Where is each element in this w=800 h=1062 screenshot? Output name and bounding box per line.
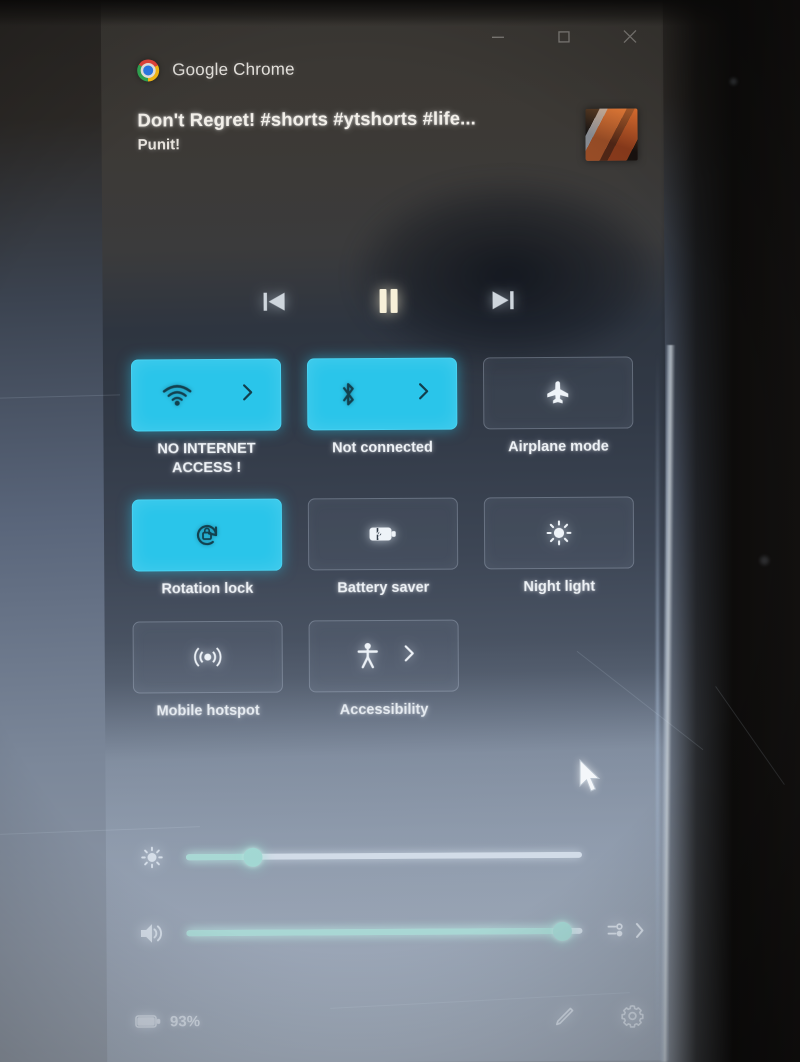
tile-night-light[interactable]: [483, 496, 635, 570]
dust-speck: [760, 556, 769, 565]
chevron-right-icon[interactable]: [417, 381, 430, 406]
rotation-lock-icon: [192, 521, 222, 549]
media-track-text: Don't Regret! #shorts #ytshorts #life...…: [137, 107, 476, 153]
media-app-row: Google Chrome: [137, 52, 637, 85]
media-app-name: Google Chrome: [172, 59, 295, 80]
volume-slider[interactable]: [186, 920, 583, 944]
tile-label-bluetooth: Not connected: [332, 439, 433, 457]
tile-accessibility[interactable]: [308, 619, 459, 693]
tile-cell-mobile-hotspot: Mobile hotspot: [132, 620, 284, 720]
tile-cell-accessibility: Accessibility: [308, 619, 460, 719]
chrome-logo-icon: [137, 59, 160, 82]
volume-fill: [186, 927, 563, 937]
screen-edge-glow: [656, 352, 659, 1052]
mouse-pointer-icon: [578, 758, 604, 796]
photographed-screen: Google Chrome Don't Regret! #shorts #yts…: [0, 0, 800, 1062]
gear-settings-icon[interactable]: [620, 1003, 645, 1033]
media-track-artist: Punit!: [137, 136, 181, 154]
chevron-right-icon: [635, 922, 644, 938]
volume-slider-row: [134, 892, 654, 971]
night-light-icon: [545, 519, 573, 547]
tile-row-3: Mobile hotspot Accessibility: [132, 618, 654, 721]
screen-bezel-right: [660, 0, 800, 1062]
quick-settings-flyout: Google Chrome Don't Regret! #shorts #yts…: [100, 0, 670, 1062]
tile-cell-empty: [485, 618, 636, 718]
media-now-playing: Google Chrome Don't Regret! #shorts #yts…: [137, 52, 638, 314]
quick-settings-footer: 93%: [135, 990, 655, 1049]
chevron-right-icon[interactable]: [241, 382, 254, 407]
tile-label-mobile-hotspot: Mobile hotspot: [156, 702, 260, 720]
tile-cell-rotation-lock: Rotation lock: [131, 498, 283, 599]
tile-cell-night-light: Night light: [483, 496, 635, 597]
tile-mobile-hotspot[interactable]: [132, 620, 283, 694]
tile-bluetooth[interactable]: [306, 357, 458, 431]
volume-knob[interactable]: [553, 921, 573, 941]
skip-previous-icon[interactable]: [261, 289, 289, 315]
media-track-row: Don't Regret! #shorts #ytshorts #life...…: [137, 106, 638, 163]
brightness-icon: [134, 845, 170, 869]
tile-battery-saver[interactable]: [307, 497, 459, 571]
battery-saver-icon: [367, 523, 399, 545]
tile-label-battery-saver: Battery saver: [337, 579, 430, 597]
media-track-title: Don't Regret! #shorts #ytshorts #life...: [137, 107, 476, 131]
volume-icon: [134, 921, 170, 945]
tile-label-night-light: Night light: [523, 578, 596, 596]
airplane-icon: [544, 379, 572, 407]
tile-wifi[interactable]: [130, 358, 282, 432]
screen-scratch: [715, 686, 785, 785]
tile-row-1: NO INTERNET ACCESS ! Not connected Airpl…: [130, 356, 652, 478]
tile-row-2: Rotation lock Battery saver Night light: [131, 496, 653, 599]
tile-label-accessibility: Accessibility: [339, 701, 429, 718]
chevron-right-icon[interactable]: [403, 643, 416, 668]
quick-settings-tiles: NO INTERNET ACCESS ! Not connected Airpl…: [130, 356, 654, 742]
tile-label-airplane-mode: Airplane mode: [508, 438, 609, 456]
brightness-slider[interactable]: [185, 844, 583, 868]
brightness-slider-row: [134, 816, 654, 895]
tile-rotation-lock[interactable]: [131, 498, 283, 572]
brightness-knob[interactable]: [243, 847, 263, 867]
media-thumbnail: [585, 108, 638, 161]
battery-percent: 93%: [169, 1012, 201, 1030]
footer-actions: [552, 1003, 655, 1034]
hotspot-icon: [193, 645, 223, 669]
battery-icon: [135, 1015, 161, 1028]
wifi-icon: [162, 384, 192, 406]
tile-label-wifi: NO INTERNET ACCESS !: [157, 440, 256, 476]
skip-next-icon[interactable]: [489, 287, 517, 313]
media-transport-controls: [138, 264, 638, 337]
dust-speck: [730, 78, 737, 85]
accessibility-icon: [356, 642, 380, 670]
pencil-edit-icon[interactable]: [552, 1004, 576, 1033]
screen-bezel-top: [0, 0, 800, 26]
bluetooth-icon: [338, 380, 358, 408]
tile-cell-wifi: NO INTERNET ACCESS !: [130, 358, 282, 478]
quick-settings-sliders: [134, 816, 655, 971]
tile-cell-airplane: Airplane mode: [482, 356, 634, 475]
audio-output-selector[interactable]: [598, 919, 654, 941]
tile-label-rotation-lock: Rotation lock: [161, 580, 254, 598]
tile-cell-battery-saver: Battery saver: [307, 497, 459, 598]
tile-airplane-mode[interactable]: [482, 356, 634, 430]
tile-cell-bluetooth: Not connected: [306, 357, 458, 477]
battery-status[interactable]: 93%: [135, 1013, 200, 1030]
pause-icon[interactable]: [377, 287, 401, 315]
screen-scratch: [0, 394, 120, 399]
